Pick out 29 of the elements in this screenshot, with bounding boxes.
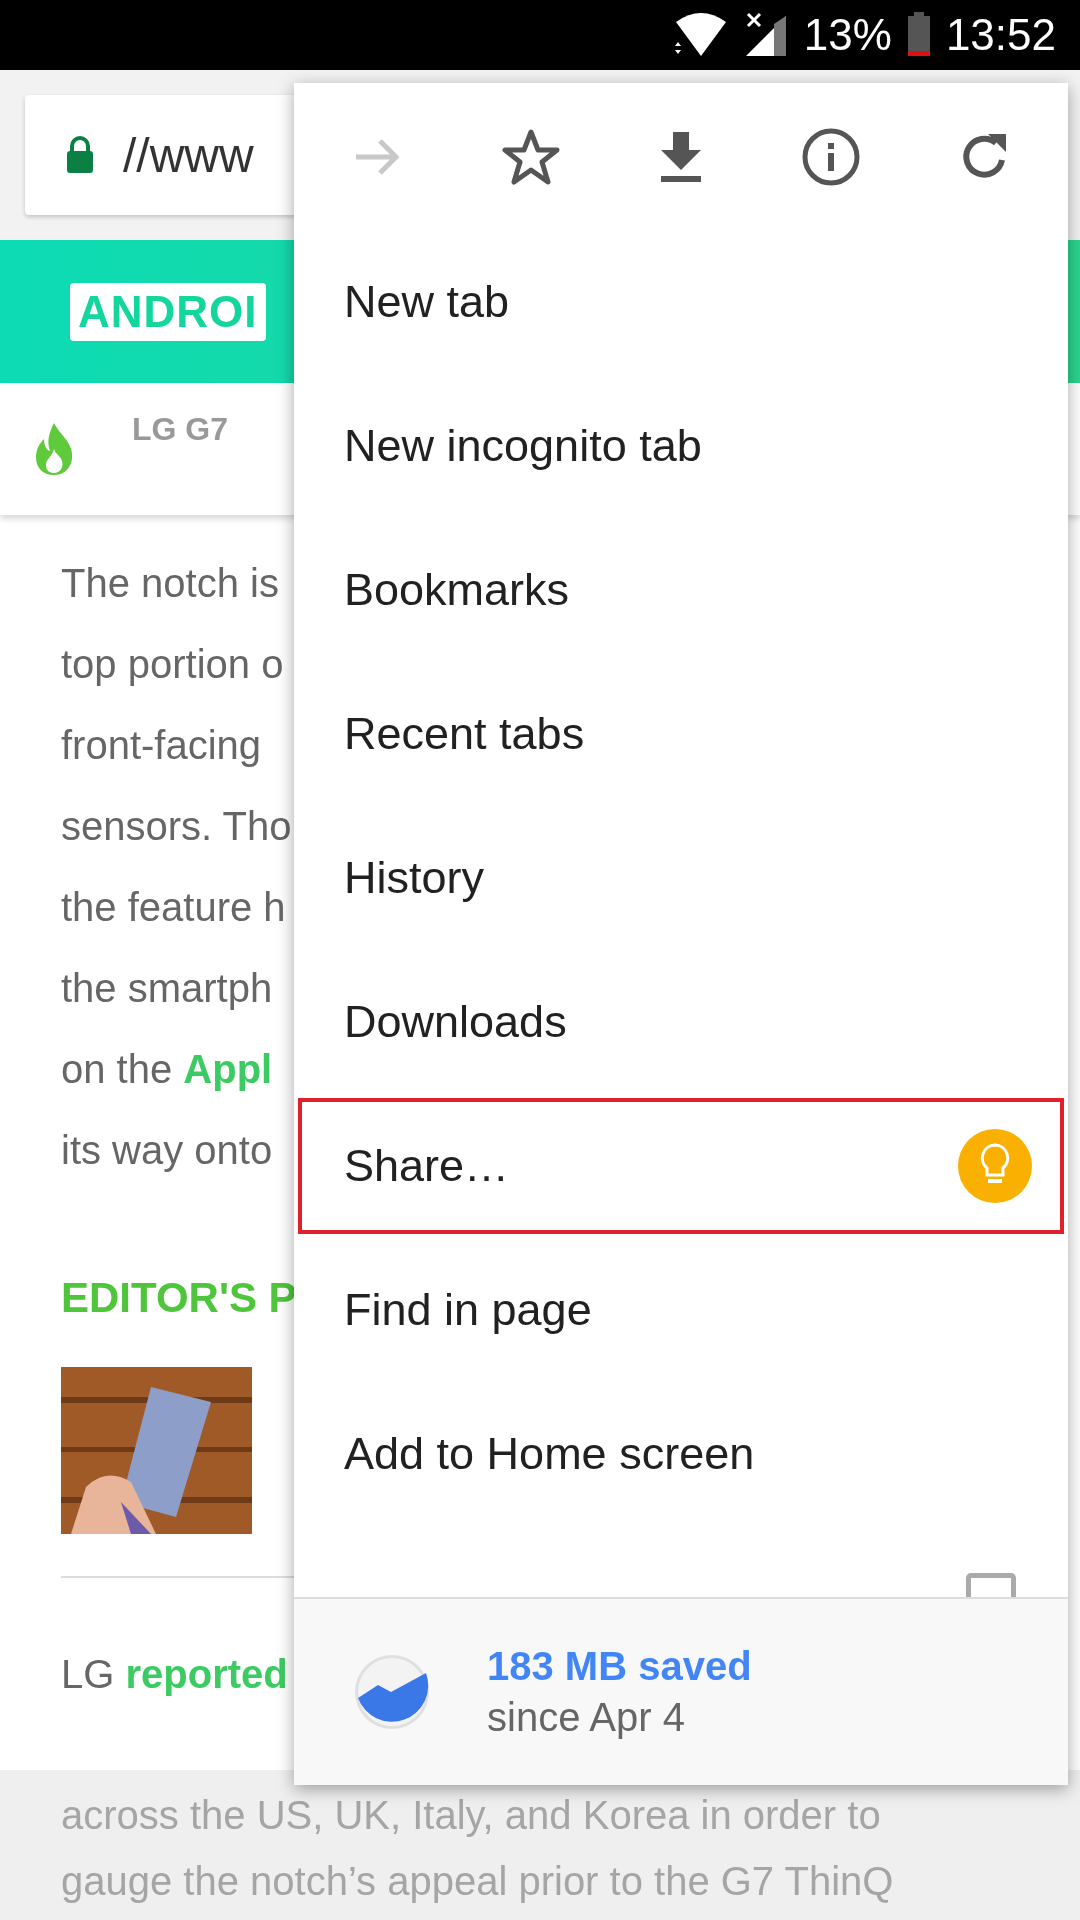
article-text: sensors. Tho	[61, 803, 292, 850]
menu-item[interactable]: Share…	[294, 1094, 1068, 1238]
article-text: LG reported	[61, 1651, 288, 1698]
article-text: top portion o	[61, 641, 284, 688]
data-saver-footer[interactable]: 183 MB saved since Apr 4	[294, 1599, 1068, 1785]
article-text: The notch is	[61, 560, 279, 607]
menu-item[interactable]: Recent tabs	[294, 662, 1068, 806]
menu-item[interactable]: Downloads	[294, 950, 1068, 1094]
clock: 13:52	[945, 10, 1056, 60]
chart-icon	[353, 1653, 431, 1731]
menu-item[interactable]: New tab	[294, 230, 1068, 374]
menu-item[interactable]: New incognito tab	[294, 374, 1068, 518]
article-text: gauge the notch’s appeal prior to the G7 ThinQ	[61, 1858, 894, 1904]
battery-percentage: 13%	[803, 10, 892, 60]
article-text: front-facing	[61, 722, 262, 769]
data-saved-title: 183 MB saved	[487, 1644, 752, 1689]
article-text: the feature h	[61, 884, 286, 931]
menu-item[interactable]: Find in page	[294, 1238, 1068, 1382]
menu-item[interactable]: Add to Home screen	[294, 1382, 1068, 1526]
article-text: on the Appl	[61, 1046, 273, 1093]
article-text: the smartph	[61, 965, 273, 1012]
section-heading: EDITOR'S P	[61, 1273, 297, 1323]
article-text: its way onto	[61, 1127, 273, 1174]
menu-item[interactable]: History	[294, 806, 1068, 950]
url-text: //www	[123, 127, 254, 183]
article-text: across the US, UK, Italy, and Korea in order to	[61, 1792, 881, 1838]
menu-item[interactable]: Bookmarks	[294, 518, 1068, 662]
lock-icon	[65, 135, 95, 175]
data-saved-date: since Apr 4	[487, 1695, 686, 1740]
